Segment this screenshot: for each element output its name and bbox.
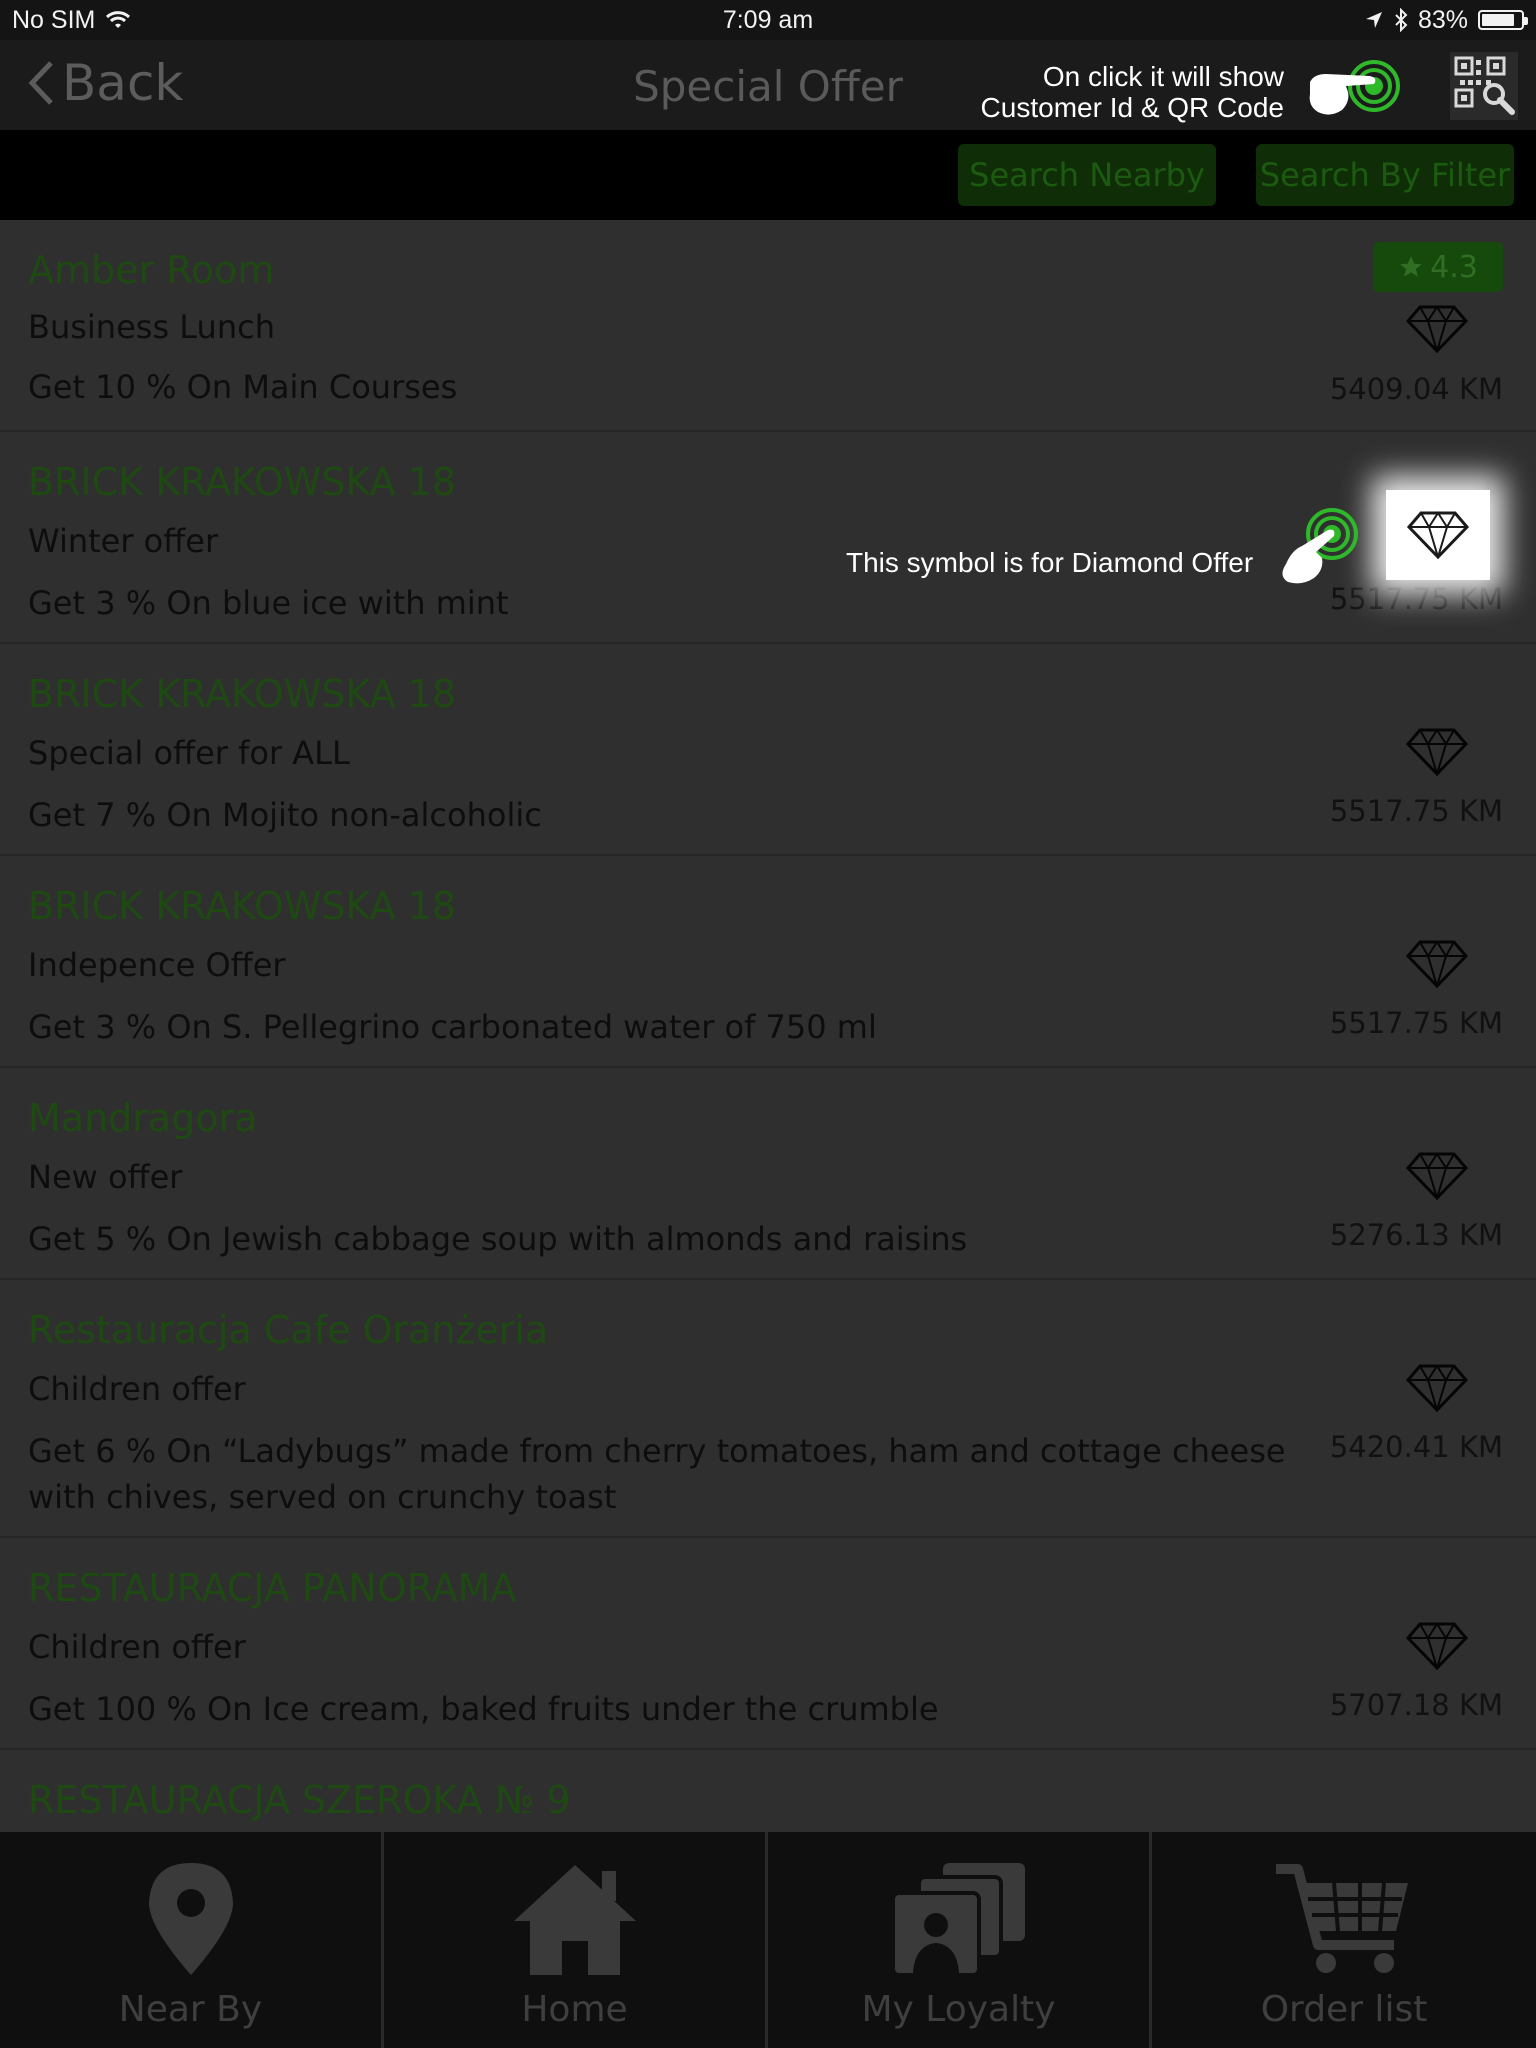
bluetooth-icon xyxy=(1395,8,1408,32)
offer-title: New offer xyxy=(28,1158,183,1196)
back-button[interactable]: Back xyxy=(28,54,183,112)
diamond-offer-icon xyxy=(1406,1622,1468,1670)
home-icon xyxy=(513,1865,636,1975)
battery-percent: 83% xyxy=(1417,5,1468,34)
search-nearby-button[interactable]: Search Nearby xyxy=(958,144,1216,206)
diamond-offer-icon xyxy=(1407,511,1469,559)
tab-label: Home xyxy=(521,1989,628,2030)
diamond-highlight xyxy=(1386,490,1490,580)
chevron-left-icon xyxy=(28,61,53,105)
tab-near-by[interactable]: Near By xyxy=(0,1832,384,2048)
diamond-offer-icon xyxy=(1406,728,1468,776)
status-bar: No SIM 7:09 am 83% xyxy=(0,0,1536,40)
offer-description: Get 3 % On blue ice with mint xyxy=(28,584,509,622)
diamond-offer-icon xyxy=(1406,1364,1468,1412)
tab-label: Near By xyxy=(118,1989,263,2030)
tab-my-loyalty[interactable]: My Loyalty xyxy=(768,1832,1152,2048)
diamond-offer-icon xyxy=(1406,940,1468,988)
qr-annotation: On click it will show Customer Id & QR C… xyxy=(981,61,1284,123)
offer-list-item[interactable]: RESTAURACJA PANORAMA Children offer Get … xyxy=(0,1538,1536,1750)
tab-home[interactable]: Home xyxy=(384,1832,768,2048)
tab-order-list[interactable]: Order list xyxy=(1152,1832,1536,2048)
offer-title: Indepence Offer xyxy=(28,946,286,984)
diamond-offer-icon xyxy=(1406,1152,1468,1200)
restaurant-name: BRICK KRAKOWSKA 18 xyxy=(28,672,457,716)
qr-code-search-icon[interactable] xyxy=(1450,52,1518,120)
offer-description: Get 5 % On Jewish cabbage soup with almo… xyxy=(28,1220,968,1258)
rating-badge: 4.3 xyxy=(1373,242,1503,292)
diamond-annotation: This symbol is for Diamond Offer xyxy=(846,547,1254,578)
distance-label: 5409.04 KM xyxy=(1329,372,1503,406)
offer-title: Winter offer xyxy=(28,522,219,560)
restaurant-name: RESTAURACJA SZEROKA № 9 xyxy=(28,1778,571,1822)
offer-description: Get 6 % On “Ladybugs” made from cherry t… xyxy=(28,1432,1286,1516)
distance-label: 5517.75 KM xyxy=(1329,1006,1503,1040)
diamond-offer-icon xyxy=(1406,305,1468,353)
offer-list-item[interactable]: BRICK KRAKOWSKA 18 Special offer for ALL… xyxy=(0,644,1536,856)
distance-label: 5420.41 KM xyxy=(1329,1430,1503,1464)
restaurant-name: Mandragora xyxy=(28,1096,258,1140)
location-arrow-icon xyxy=(1365,12,1382,28)
restaurant-name: BRICK KRAKOWSKA 18 xyxy=(28,884,457,928)
offer-list-item[interactable]: Mandragora New offer Get 5 % On Jewish c… xyxy=(0,1068,1536,1280)
carrier-label: No SIM xyxy=(12,5,96,34)
distance-label: 5707.18 KM xyxy=(1329,1688,1503,1722)
restaurant-name: Restauracja Cafe Oranżeria xyxy=(28,1308,549,1352)
qr-annotation-line2: Customer Id & QR Code xyxy=(980,92,1284,123)
filter-bar: Search Nearby Search By Filter xyxy=(0,130,1536,220)
offer-title: Business Lunch xyxy=(28,308,275,346)
restaurant-name: RESTAURACJA PANORAMA xyxy=(28,1566,517,1610)
bottom-tab-bar: Near By Home My Loyalty Order list xyxy=(0,1832,1536,2048)
offer-list-item[interactable]: Amber Room Business Lunch Get 10 % On Ma… xyxy=(0,220,1536,432)
loyalty-cards-icon xyxy=(890,1863,1025,1977)
pointing-hand-icon xyxy=(1309,60,1400,115)
offer-list-item[interactable]: RESTAURACJA SZEROKA № 9 xyxy=(0,1750,1536,1832)
offer-title: Children offer xyxy=(28,1370,246,1408)
restaurant-name: Amber Room xyxy=(28,248,275,292)
tab-label: Order list xyxy=(1260,1989,1428,2030)
offer-list: Amber Room Business Lunch Get 10 % On Ma… xyxy=(0,220,1536,1832)
offer-title: Children offer xyxy=(28,1628,246,1666)
search-by-filter-button[interactable]: Search By Filter xyxy=(1256,144,1514,206)
tab-label: My Loyalty xyxy=(861,1989,1056,2030)
offer-title: Special offer for ALL xyxy=(28,734,350,772)
battery-icon xyxy=(1478,10,1528,30)
rating-value: 4.3 xyxy=(1430,249,1478,285)
pointing-hand-icon xyxy=(1282,508,1358,584)
shopping-cart-icon xyxy=(1276,1864,1408,1973)
distance-label: 5517.75 KM xyxy=(1329,794,1503,828)
battery-level-fill xyxy=(1482,14,1514,26)
star-icon xyxy=(1400,256,1422,277)
restaurant-name: BRICK KRAKOWSKA 18 xyxy=(28,460,457,504)
back-label: Back xyxy=(62,54,184,112)
offer-description: Get 10 % On Main Courses xyxy=(28,368,458,406)
offer-description: Get 100 % On Ice cream, baked fruits und… xyxy=(28,1690,939,1728)
offer-list-item[interactable]: Restauracja Cafe Oranżeria Children offe… xyxy=(0,1280,1536,1538)
map-pin-icon xyxy=(148,1863,233,1975)
distance-label: 5276.13 KM xyxy=(1329,1218,1503,1252)
qr-annotation-line1: On click it will show xyxy=(1042,61,1284,92)
offer-description: Get 7 % On Mojito non-alcoholic xyxy=(28,796,542,834)
status-time: 7:09 am xyxy=(722,5,814,34)
offer-list-item[interactable]: BRICK KRAKOWSKA 18 Indepence Offer Get 3… xyxy=(0,856,1536,1068)
offer-description: Get 3 % On S. Pellegrino carbonated wate… xyxy=(28,1008,877,1046)
wifi-icon xyxy=(106,11,131,28)
